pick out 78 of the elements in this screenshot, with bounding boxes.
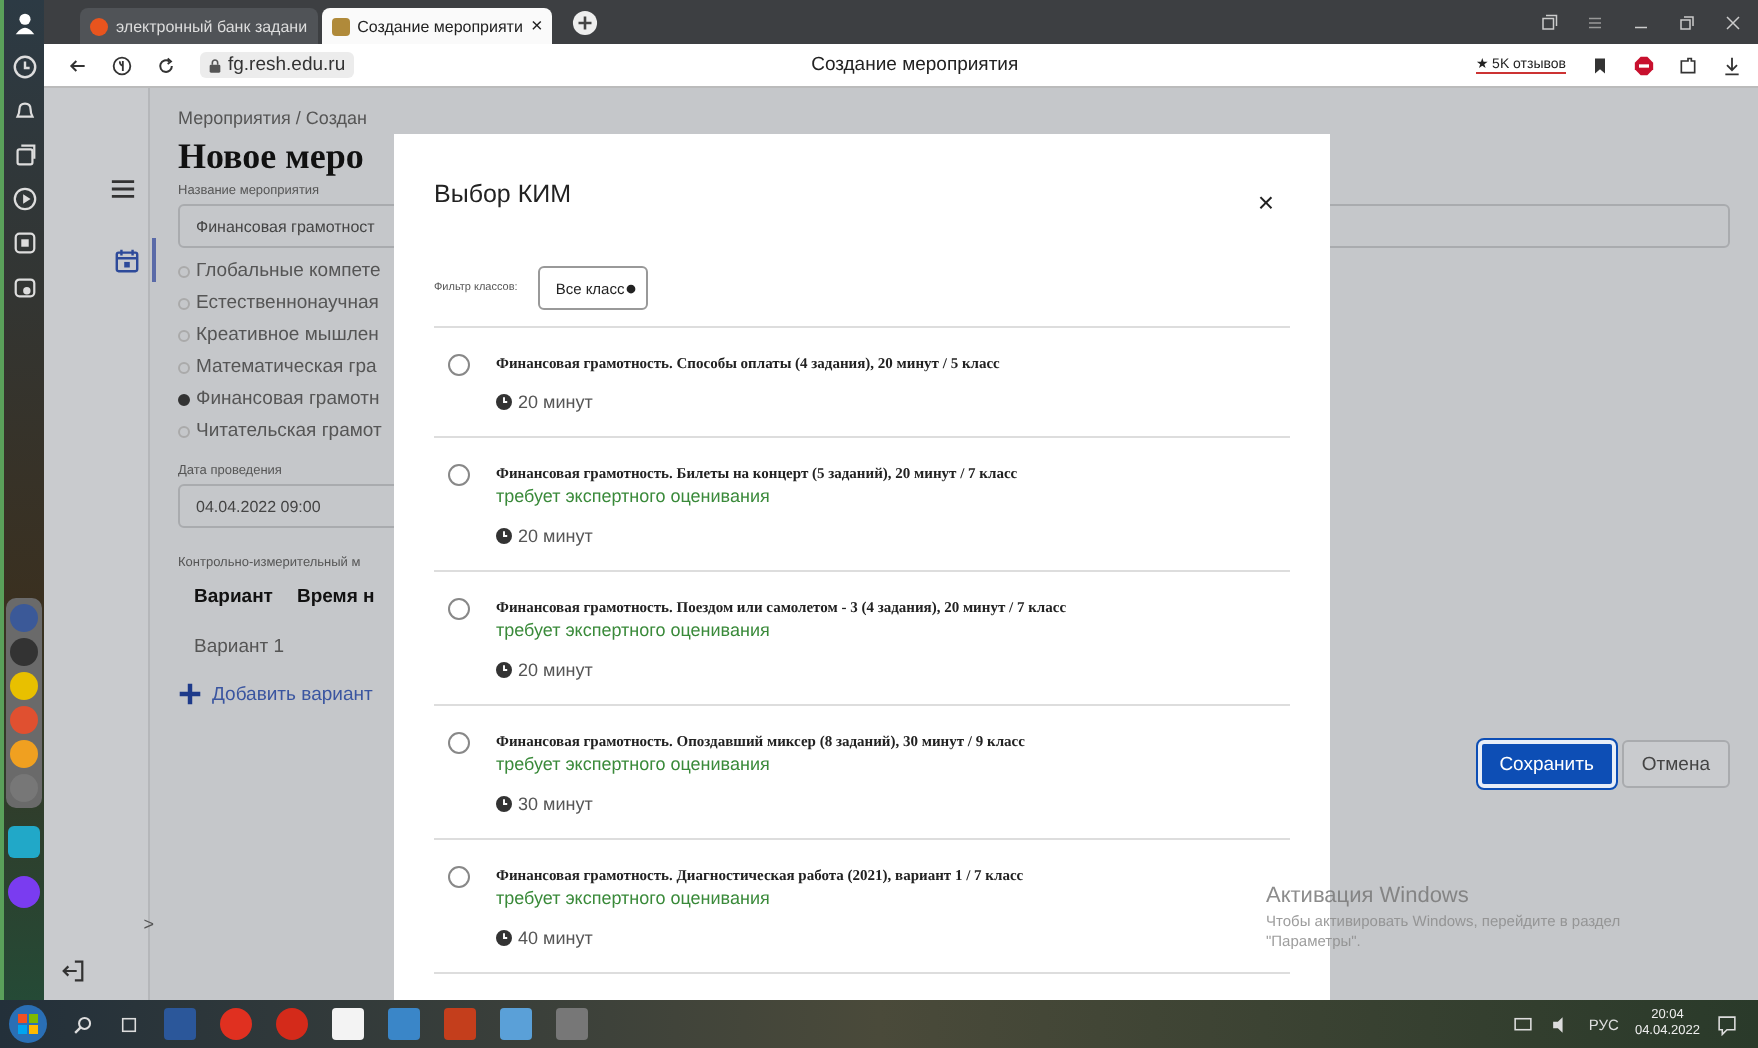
calendar-icon[interactable] xyxy=(114,247,140,273)
duration-text: 30 минут xyxy=(518,794,593,814)
restore-icon[interactable] xyxy=(1678,13,1696,31)
table-cell-text: Вариант 1 xyxy=(192,634,285,658)
duration-text: 20 минут xyxy=(518,526,593,546)
square-icon[interactable] xyxy=(11,230,37,256)
app-icon[interactable] xyxy=(8,826,40,858)
expert-review-note: требует экспертного оценивания xyxy=(496,620,772,640)
app-icon[interactable] xyxy=(10,672,38,700)
add-variant-link[interactable]: Добавить вариант xyxy=(178,682,373,706)
radio-button[interactable] xyxy=(448,732,470,754)
bell-icon[interactable] xyxy=(11,98,37,124)
radio-button[interactable] xyxy=(448,598,470,620)
browser-tab[interactable]: Создание мероприяти × xyxy=(321,8,553,44)
clock-icon xyxy=(496,528,512,544)
start-button[interactable] xyxy=(8,1004,48,1044)
expert-review-note: требует экспертного оценивания xyxy=(496,754,772,774)
bookmark-icon[interactable] xyxy=(1590,55,1610,75)
notification-icon[interactable] xyxy=(1716,1013,1738,1035)
save-button[interactable]: Сохранить xyxy=(1477,740,1616,788)
camera-icon[interactable] xyxy=(11,274,37,300)
browser-tab[interactable]: электронный банк задани xyxy=(80,8,318,44)
duration-text: 20 минут xyxy=(518,392,593,412)
url-field[interactable]: fg.resh.edu.ru xyxy=(200,52,354,78)
radio-button[interactable] xyxy=(178,297,190,309)
radio-button[interactable] xyxy=(178,329,190,341)
close-icon[interactable] xyxy=(1724,13,1742,31)
radio-label: Математическая гра xyxy=(196,356,377,378)
reload-icon[interactable] xyxy=(156,55,176,75)
collapse-toggle[interactable]: > xyxy=(143,914,154,934)
radio-button[interactable] xyxy=(178,425,190,437)
radio-button[interactable] xyxy=(448,464,470,486)
column-header: Вариант xyxy=(194,586,273,608)
plus-icon xyxy=(178,682,202,706)
tabs-icon[interactable] xyxy=(1540,13,1558,31)
new-tab-icon[interactable] xyxy=(572,9,599,35)
radio-label: Глобальные компете xyxy=(196,260,381,282)
extension-icon[interactable] xyxy=(1678,55,1698,75)
cancel-button[interactable]: Отмена xyxy=(1621,740,1730,788)
radio-button[interactable] xyxy=(178,265,190,277)
search-icon[interactable] xyxy=(72,1013,94,1035)
expert-review-note: требует экспертного оценивания xyxy=(496,486,772,506)
close-button[interactable]: × xyxy=(1249,186,1290,218)
modal-title: Выбор КИМ xyxy=(434,180,572,208)
breadcrumb: Мероприятия / Создан xyxy=(178,108,367,128)
clock-icon xyxy=(496,796,512,812)
radio-button[interactable] xyxy=(178,393,190,405)
download-icon[interactable] xyxy=(1722,55,1742,75)
lock-icon xyxy=(208,57,222,73)
clock-icon xyxy=(496,930,512,946)
page-title: Создание мероприятия xyxy=(809,54,1021,76)
app-icon[interactable] xyxy=(10,740,38,768)
logout-icon[interactable] xyxy=(60,958,86,984)
menu-icon[interactable] xyxy=(110,176,136,202)
menu-icon[interactable] xyxy=(1586,13,1604,31)
radio-label: Естественнонаучная xyxy=(196,292,379,314)
play-icon[interactable] xyxy=(11,186,37,212)
clock-icon[interactable] xyxy=(11,54,37,80)
user-icon[interactable] xyxy=(11,10,37,36)
radio-label: Креативное мышлен xyxy=(196,324,379,346)
page-heading: Новое меро xyxy=(178,136,364,178)
clock-icon xyxy=(496,662,512,678)
taskbar-app-icon[interactable] xyxy=(220,1008,252,1040)
layers-icon[interactable] xyxy=(11,142,37,168)
radio-button[interactable] xyxy=(448,354,470,376)
activation-title: Активация Windows xyxy=(1266,884,1471,908)
back-icon[interactable] xyxy=(68,55,88,75)
clock-icon xyxy=(496,394,512,410)
radio-button[interactable] xyxy=(178,361,190,373)
duration-text: 20 минут xyxy=(518,660,593,680)
active-indicator xyxy=(152,238,156,282)
radio-label: Финансовая грамотн xyxy=(196,388,380,410)
expert-review-note: требует экспертного оценивания xyxy=(496,888,772,908)
duration-text: 40 минут xyxy=(518,928,593,948)
column-header: Время н xyxy=(296,586,375,608)
adblock-icon[interactable] xyxy=(1634,55,1654,75)
radio-button[interactable] xyxy=(448,866,470,888)
radio-label: Читательская грамот xyxy=(196,420,382,442)
